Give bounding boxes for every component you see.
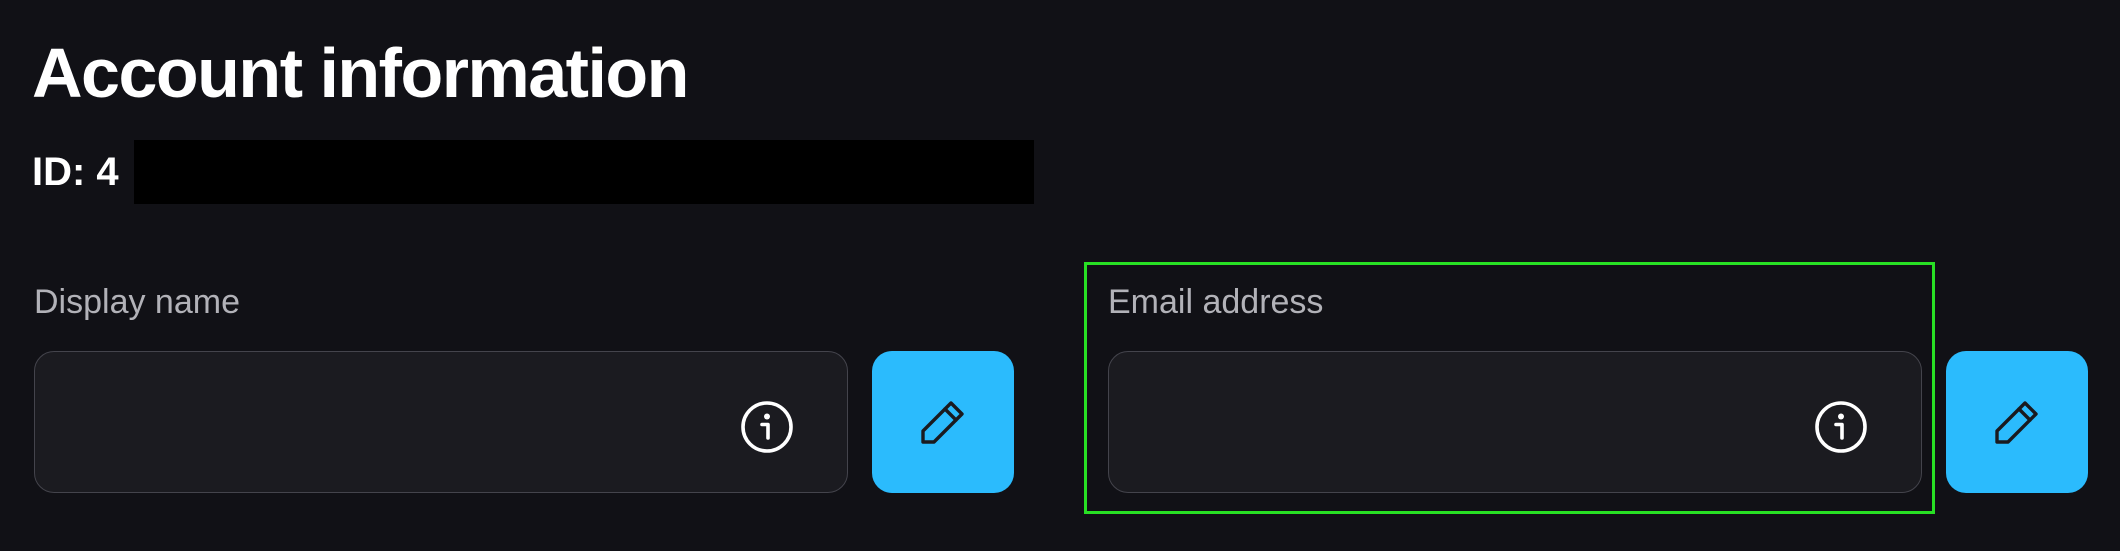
redacted-id-block (134, 140, 1034, 204)
account-id: ID: 4 (32, 150, 119, 194)
edit-display-name-button[interactable] (872, 351, 1014, 493)
pencil-icon (1995, 401, 2038, 444)
display-name-label: Display name (34, 283, 240, 321)
display-name-field[interactable] (34, 351, 848, 493)
pencil-icon (921, 401, 964, 444)
info-icon[interactable] (739, 399, 795, 455)
info-icon[interactable] (1813, 399, 1869, 455)
edit-email-button[interactable] (1946, 351, 2088, 493)
account-id-row: ID: 4 (32, 140, 1034, 204)
email-address-field[interactable] (1108, 351, 1922, 493)
email-address-label: Email address (1108, 283, 1324, 321)
page-title: Account information (32, 34, 689, 112)
